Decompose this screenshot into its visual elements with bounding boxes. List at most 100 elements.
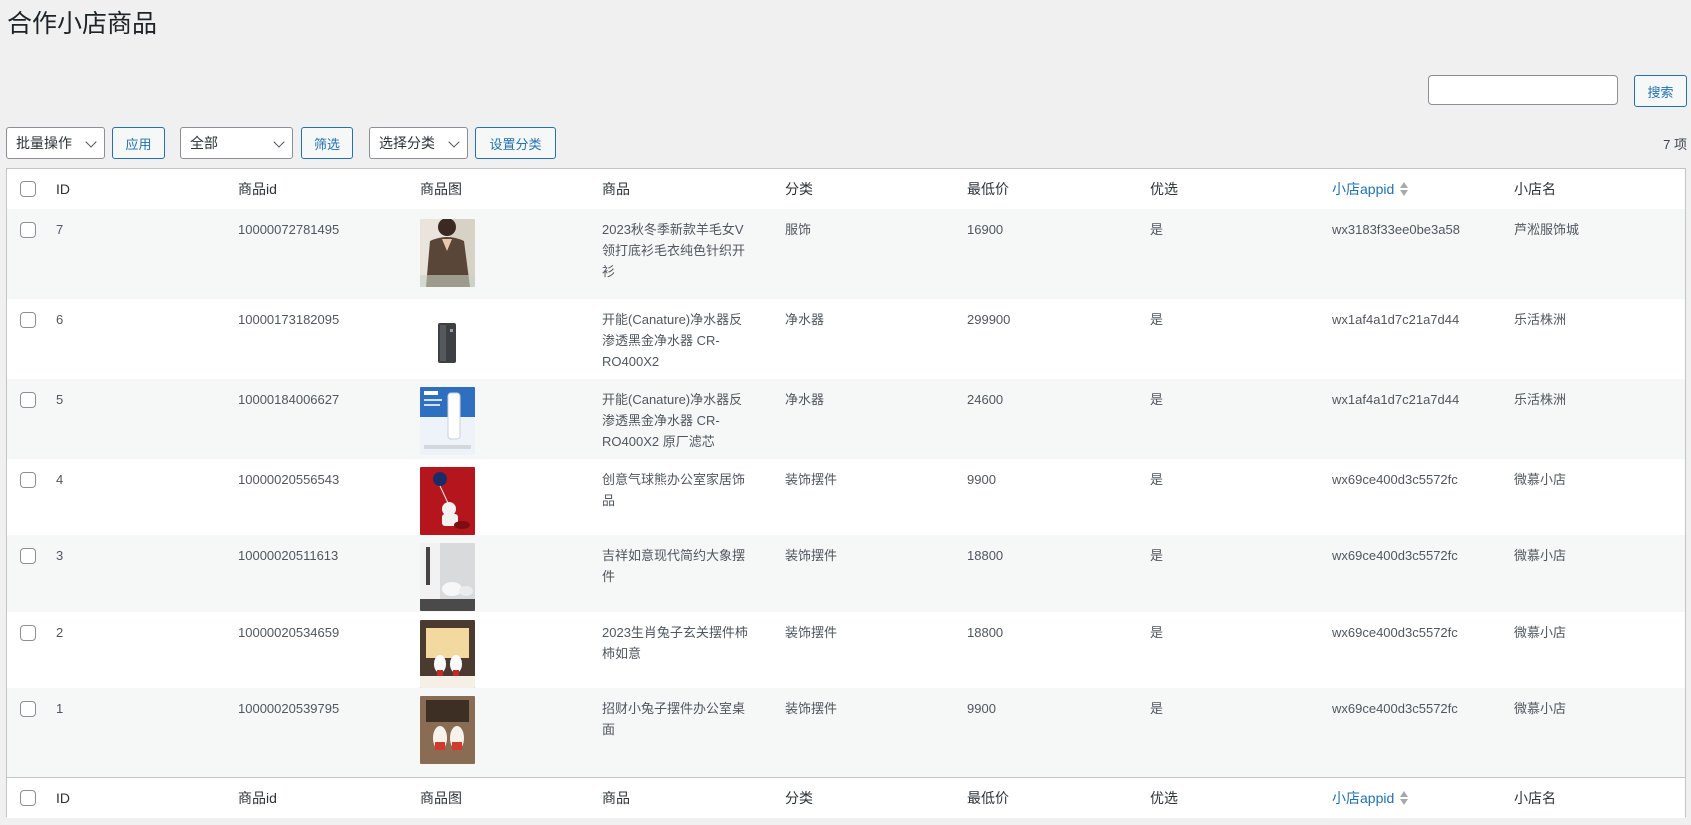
row-checkbox[interactable] xyxy=(20,312,36,328)
row-min-price: 18800 xyxy=(967,548,1004,563)
apply-button[interactable]: 应用 xyxy=(112,127,165,159)
row-checkbox[interactable] xyxy=(20,222,36,238)
product-name-line: RO400X2 xyxy=(602,354,660,369)
row-id: 7 xyxy=(56,222,64,237)
page: 合作小店商品 搜索 批量操作 应用 全部 筛选 选择分类 设置分类 7 项 ID… xyxy=(0,0,1691,825)
product-thumbnail xyxy=(420,387,475,455)
filter-value: 全部 xyxy=(190,135,218,151)
col-preferred: 优选 xyxy=(1150,181,1178,197)
select-all-checkbox-footer[interactable] xyxy=(20,790,36,806)
select-all-checkbox[interactable] xyxy=(20,181,36,197)
row-preferred: 是 xyxy=(1150,472,1164,487)
row-category: 净水器 xyxy=(785,312,825,327)
row-category: 装饰摆件 xyxy=(785,472,838,487)
product-name-line: 2023秋冬季新款羊毛女V xyxy=(602,222,744,237)
row-product-name[interactable]: 创意气球熊办公室家居饰品 xyxy=(602,469,767,511)
products-table: ID 商品id 商品图 商品 分类 最低价 优选 小店appid 小店名 7 1… xyxy=(6,168,1686,818)
col-image: 商品图 xyxy=(420,181,462,197)
category-value: 选择分类 xyxy=(379,135,435,151)
row-product-id: 10000020556543 xyxy=(238,472,340,487)
product-name-line: 吉祥如意现代简约大象摆 xyxy=(602,548,746,563)
row-product-id: 10000072781495 xyxy=(238,222,340,237)
row-shop-appid: wx69ce400d3c5572fc xyxy=(1332,625,1458,640)
col-id: ID xyxy=(56,790,70,806)
row-checkbox[interactable] xyxy=(20,472,36,488)
row-shop-name: 微慕小店 xyxy=(1514,701,1567,716)
table-row: 2 10000020534659 2023生肖兔子玄关摆件柿 柿如意 装饰摆件 1… xyxy=(7,612,1685,688)
table-header: ID 商品id 商品图 商品 分类 最低价 优选 小店appid 小店名 xyxy=(7,169,1685,210)
row-checkbox[interactable] xyxy=(20,625,36,641)
filter-button[interactable]: 筛选 xyxy=(301,127,353,159)
table-row: 3 10000020511613 吉祥如意现代简约大象摆件 装饰摆件 18800… xyxy=(7,535,1685,612)
filter-select[interactable]: 全部 xyxy=(180,127,293,159)
item-count: 7 项 xyxy=(1663,137,1687,152)
row-category: 服饰 xyxy=(785,222,812,237)
table-row: 5 10000184006627 开能(Canature)净水器反 渗透黑金净水器… xyxy=(7,379,1685,459)
col-category: 分类 xyxy=(785,790,813,806)
col-product: 商品 xyxy=(602,181,630,197)
row-product-id: 10000173182095 xyxy=(238,312,340,327)
bulk-action-value: 批量操作 xyxy=(16,135,72,151)
col-shop-appid-sort[interactable]: 小店appid xyxy=(1332,788,1409,808)
product-name-line: 开能(Canature)净水器反 xyxy=(602,392,743,407)
row-id: 1 xyxy=(56,701,64,716)
row-checkbox[interactable] xyxy=(20,548,36,564)
col-shop-name: 小店名 xyxy=(1514,790,1556,806)
row-category: 装饰摆件 xyxy=(785,625,838,640)
col-min-price: 最低价 xyxy=(967,181,1009,197)
col-shop-appid-sort[interactable]: 小店appid xyxy=(1332,179,1409,199)
row-product-id: 10000184006627 xyxy=(238,392,340,407)
product-name-line: 品 xyxy=(602,493,616,508)
row-id: 2 xyxy=(56,625,64,640)
product-name-line: 渗透黑金净水器 CR- xyxy=(602,333,720,348)
product-name-line: RO400X2 原厂滤芯 xyxy=(602,434,715,449)
row-product-name[interactable]: 开能(Canature)净水器反 渗透黑金净水器 CR- RO400X2 原厂滤芯 xyxy=(602,389,767,452)
row-id: 3 xyxy=(56,548,64,563)
row-shop-name: 乐活株洲 xyxy=(1514,392,1567,407)
col-shop-appid: 小店appid xyxy=(1332,181,1395,197)
row-checkbox[interactable] xyxy=(20,701,36,717)
row-preferred: 是 xyxy=(1150,625,1164,640)
bulk-action-select[interactable]: 批量操作 xyxy=(6,127,105,159)
row-product-name[interactable]: 2023秋冬季新款羊毛女V 领打底衫毛衣纯色针织开衫 xyxy=(602,219,767,282)
col-image: 商品图 xyxy=(420,790,462,806)
search-button[interactable]: 搜索 xyxy=(1634,75,1687,107)
col-product-id: 商品id xyxy=(238,181,277,197)
chevron-down-icon xyxy=(85,136,97,148)
product-thumbnail xyxy=(420,620,475,688)
product-name-line: 领打底衫毛衣纯色针织开 xyxy=(602,243,746,258)
row-preferred: 是 xyxy=(1150,701,1164,716)
row-shop-appid: wx1af4a1d7c21a7d44 xyxy=(1332,392,1460,407)
row-shop-name: 微慕小店 xyxy=(1514,548,1567,563)
row-preferred: 是 xyxy=(1150,548,1164,563)
search-input[interactable] xyxy=(1428,75,1618,105)
sort-icon xyxy=(1400,791,1409,805)
row-shop-appid: wx69ce400d3c5572fc xyxy=(1332,701,1458,716)
row-shop-appid: wx69ce400d3c5572fc xyxy=(1332,548,1458,563)
row-shop-name: 微慕小店 xyxy=(1514,472,1567,487)
table-row: 4 10000020556543 创意气球熊办公室家居饰品 装饰摆件 9900 … xyxy=(7,459,1685,535)
row-product-name[interactable]: 吉祥如意现代简约大象摆件 xyxy=(602,545,767,587)
category-select[interactable]: 选择分类 xyxy=(369,127,468,159)
row-min-price: 18800 xyxy=(967,625,1004,640)
row-product-name[interactable]: 2023生肖兔子玄关摆件柿 柿如意 xyxy=(602,622,767,664)
chevron-down-icon xyxy=(273,136,285,148)
col-min-price: 最低价 xyxy=(967,790,1009,806)
row-shop-appid: wx3183f33ee0be3a58 xyxy=(1332,222,1460,237)
product-name-line: 衫 xyxy=(602,264,616,279)
row-product-name[interactable]: 招财小兔子摆件办公室桌面 xyxy=(602,698,767,740)
product-thumbnail xyxy=(420,696,475,764)
set-category-button[interactable]: 设置分类 xyxy=(475,127,556,159)
col-shop-name: 小店名 xyxy=(1514,181,1556,197)
row-product-id: 10000020511613 xyxy=(238,548,339,563)
row-min-price: 16900 xyxy=(967,222,1004,237)
row-checkbox[interactable] xyxy=(20,392,36,408)
col-category: 分类 xyxy=(785,181,813,197)
col-preferred: 优选 xyxy=(1150,790,1178,806)
row-preferred: 是 xyxy=(1150,222,1164,237)
row-product-name[interactable]: 开能(Canature)净水器反 渗透黑金净水器 CR- RO400X2 xyxy=(602,309,767,372)
product-name-line: 创意气球熊办公室家居饰 xyxy=(602,472,746,487)
row-shop-name: 芦淞服饰城 xyxy=(1514,222,1580,237)
product-thumbnail xyxy=(420,219,475,287)
table-row: 6 10000173182095 开能(Canature)净水器反 渗透黑金净水器… xyxy=(7,299,1685,379)
